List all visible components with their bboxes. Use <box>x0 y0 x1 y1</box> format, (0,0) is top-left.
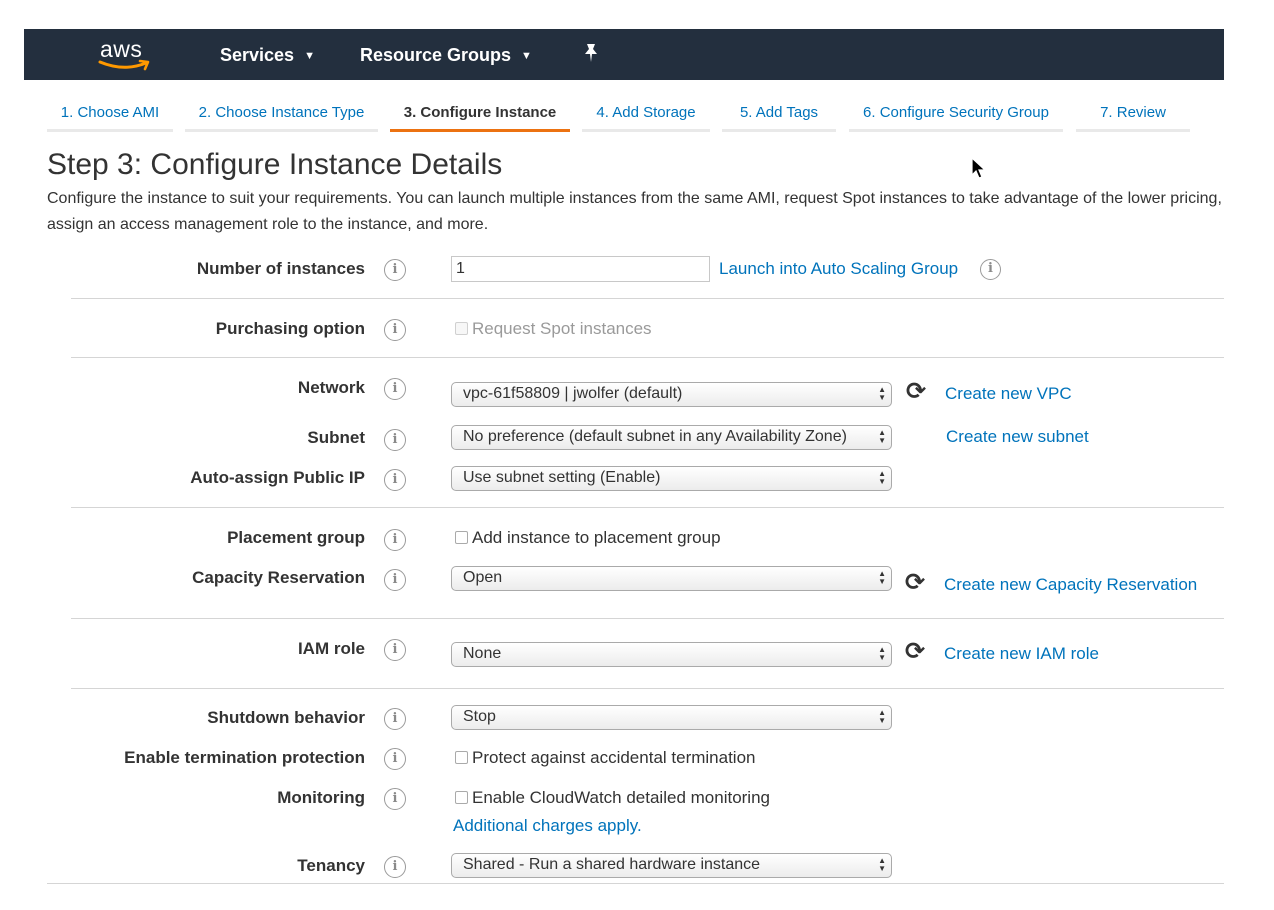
shutdown-behavior-label: Shutdown behavior <box>207 708 365 727</box>
divider <box>71 618 1224 619</box>
termination-protection-option: Protect against accidental termination <box>455 748 756 768</box>
select-arrows-icon: ▲ ▼ <box>878 856 886 873</box>
mouse-pointer-icon <box>971 157 987 179</box>
info-icon[interactable]: i <box>384 748 406 770</box>
auto-assign-public-ip-select[interactable]: Use subnet setting (Enable) ▲ ▼ <box>451 466 892 491</box>
termination-protection-label: Enable termination protection <box>124 748 365 767</box>
iam-role-select[interactable]: None ▲ ▼ <box>451 642 892 667</box>
page-title: Step 3: Configure Instance Details <box>47 148 503 181</box>
tab-add-tags[interactable]: 5. Add Tags <box>722 96 836 132</box>
select-arrows-icon: ▲ ▼ <box>878 385 886 402</box>
monitoring-label: Monitoring <box>277 788 365 807</box>
create-new-iam-role-link[interactable]: Create new IAM role <box>944 644 1099 664</box>
select-arrows-icon: ▲ ▼ <box>878 645 886 662</box>
create-new-subnet-link[interactable]: Create new subnet <box>946 427 1089 447</box>
subnet-selected-value: No preference (default subnet in any Ava… <box>463 428 847 445</box>
divider <box>71 357 1224 358</box>
auto-assign-selected-value: Use subnet setting (Enable) <box>463 469 661 486</box>
tab-configure-instance[interactable]: 3. Configure Instance <box>390 96 570 132</box>
tab-choose-ami[interactable]: 1. Choose AMI <box>47 96 173 132</box>
info-icon[interactable]: i <box>384 378 406 400</box>
info-icon[interactable]: i <box>384 469 406 491</box>
placement-group-option: Add instance to placement group <box>455 528 721 548</box>
aws-smile-icon <box>98 59 150 71</box>
network-select[interactable]: vpc-61f58809 | jwolfer (default) ▲ ▼ <box>451 382 892 407</box>
info-icon[interactable]: i <box>384 788 406 810</box>
capacity-reservation-select[interactable]: Open ▲ ▼ <box>451 566 892 591</box>
refresh-icon[interactable]: ⟳ <box>905 568 925 596</box>
services-menu[interactable]: Services ▼ <box>220 45 315 66</box>
create-new-vpc-link[interactable]: Create new VPC <box>945 384 1072 404</box>
capacity-reservation-selected-value: Open <box>463 569 503 586</box>
request-spot-label: Request Spot instances <box>472 319 652 338</box>
info-icon[interactable]: i <box>384 856 406 878</box>
iam-role-label: IAM role <box>297 639 365 658</box>
launch-auto-scaling-link[interactable]: Launch into Auto Scaling Group <box>719 259 958 279</box>
refresh-icon[interactable]: ⟳ <box>905 637 925 665</box>
divider <box>47 883 1224 884</box>
tenancy-selected-value: Shared - Run a shared hardware instance <box>463 856 761 873</box>
network-selected-value: vpc-61f58809 | jwolfer (default) <box>463 385 683 402</box>
resource-groups-menu[interactable]: Resource Groups ▼ <box>360 45 532 66</box>
resource-groups-label: Resource Groups <box>360 45 512 65</box>
info-icon[interactable]: i <box>384 708 406 730</box>
divider <box>71 298 1224 299</box>
tenancy-label: Tenancy <box>297 856 365 875</box>
placement-group-label: Placement group <box>227 528 365 547</box>
placement-group-checkbox[interactable] <box>455 531 468 544</box>
chevron-down-icon: ▼ <box>521 50 532 62</box>
divider <box>71 688 1224 689</box>
subnet-label: Subnet <box>307 428 365 447</box>
create-new-capacity-reservation-link[interactable]: Create new Capacity Reservation <box>944 575 1197 595</box>
shutdown-behavior-selected-value: Stop <box>463 708 496 725</box>
select-arrows-icon: ▲ ▼ <box>878 569 886 586</box>
cloudwatch-monitoring-checkbox[interactable] <box>455 791 468 804</box>
auto-assign-public-ip-label: Auto-assign Public IP <box>190 468 365 487</box>
capacity-reservation-label: Capacity Reservation <box>192 568 365 587</box>
select-arrows-icon: ▲ ▼ <box>878 428 886 445</box>
info-icon[interactable]: i <box>384 259 406 281</box>
placement-group-checkbox-label: Add instance to placement group <box>472 528 721 547</box>
select-arrows-icon: ▲ ▼ <box>878 708 886 725</box>
tenancy-select[interactable]: Shared - Run a shared hardware instance … <box>451 853 892 878</box>
info-icon[interactable]: i <box>384 319 406 341</box>
request-spot-option: Request Spot instances <box>455 319 652 339</box>
top-navigation-bar: aws Services ▼ Resource Groups ▼ <box>24 29 1224 80</box>
number-of-instances-label: Number of instances <box>196 259 365 278</box>
subnet-select[interactable]: No preference (default subnet in any Ava… <box>451 425 892 450</box>
iam-role-selected-value: None <box>463 645 502 662</box>
pin-icon[interactable] <box>582 43 600 63</box>
request-spot-checkbox[interactable] <box>455 322 468 335</box>
info-icon[interactable]: i <box>384 639 406 661</box>
tab-choose-instance-type[interactable]: 2. Choose Instance Type <box>185 96 378 132</box>
info-icon[interactable]: i <box>980 259 1001 280</box>
additional-charges-link[interactable]: Additional charges apply. <box>453 816 642 836</box>
refresh-icon[interactable]: ⟳ <box>906 377 926 405</box>
tab-add-storage[interactable]: 4. Add Storage <box>582 96 710 132</box>
network-label: Network <box>297 378 365 397</box>
select-arrows-icon: ▲ ▼ <box>878 469 886 486</box>
info-icon[interactable]: i <box>384 569 406 591</box>
termination-protection-checkbox[interactable] <box>455 751 468 764</box>
info-icon[interactable]: i <box>384 429 406 451</box>
tab-configure-security-group[interactable]: 6. Configure Security Group <box>849 96 1063 132</box>
cloudwatch-monitoring-checkbox-label: Enable CloudWatch detailed monitoring <box>472 788 770 807</box>
cloudwatch-monitoring-option: Enable CloudWatch detailed monitoring <box>455 788 770 808</box>
number-of-instances-input[interactable] <box>451 256 710 282</box>
termination-protection-checkbox-label: Protect against accidental termination <box>472 748 756 767</box>
aws-logo[interactable]: aws <box>98 33 154 75</box>
purchasing-option-label: Purchasing option <box>215 319 365 338</box>
services-label: Services <box>220 45 295 65</box>
info-icon[interactable]: i <box>384 529 406 551</box>
chevron-down-icon: ▼ <box>304 50 315 62</box>
divider <box>71 507 1224 508</box>
page-description: Configure the instance to suit your requ… <box>47 190 1222 233</box>
shutdown-behavior-select[interactable]: Stop ▲ ▼ <box>451 705 892 730</box>
tab-review[interactable]: 7. Review <box>1076 96 1190 132</box>
